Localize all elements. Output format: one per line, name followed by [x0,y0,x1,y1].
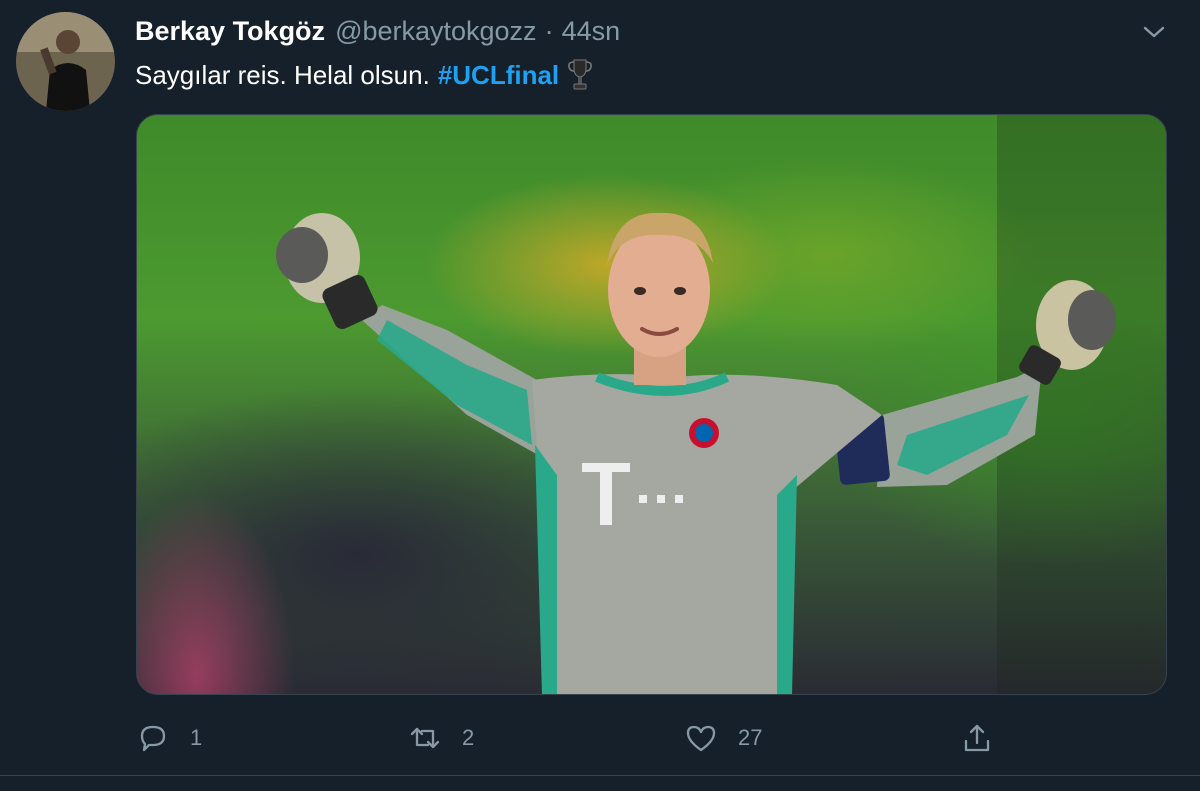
reply-button[interactable]: 1 [136,716,202,760]
avatar[interactable] [16,12,115,111]
tweet-text: Saygılar reis. Helal olsun. #UCLfinal [135,58,593,92]
like-button[interactable]: 27 [684,716,762,760]
share-icon [964,724,990,752]
retweet-icon [410,727,440,749]
separator-dot: · [544,16,554,46]
retweet-count: 2 [462,725,475,750]
author-handle[interactable]: @berkaytokgozz [335,16,537,47]
tweet-body: Saygılar reis. Helal olsun. [135,59,430,90]
photo-image [276,115,1166,694]
author-name[interactable]: Berkay Tokgöz [135,16,325,47]
share-button[interactable] [960,716,994,760]
chevron-down-icon[interactable] [1142,22,1166,42]
retweet-button[interactable]: 2 [408,716,474,760]
reply-count: 1 [190,725,203,750]
heart-icon [686,725,716,752]
divider [0,775,1200,776]
tweet-media-photo[interactable] [136,114,1167,695]
tweet-actions: 1 2 27 [136,716,1016,760]
like-count: 27 [738,725,763,750]
hashtag-link[interactable]: #UCLfinal [438,60,559,91]
reply-icon [140,725,166,752]
tweet-header: Berkay Tokgöz @berkaytokgozz · 44sn [135,16,620,50]
tweet-timestamp[interactable]: 44sn [562,16,621,47]
tweet-card[interactable]: Berkay Tokgöz @berkaytokgozz · 44sn Sayg… [0,0,1200,791]
trophy-icon [567,58,593,92]
